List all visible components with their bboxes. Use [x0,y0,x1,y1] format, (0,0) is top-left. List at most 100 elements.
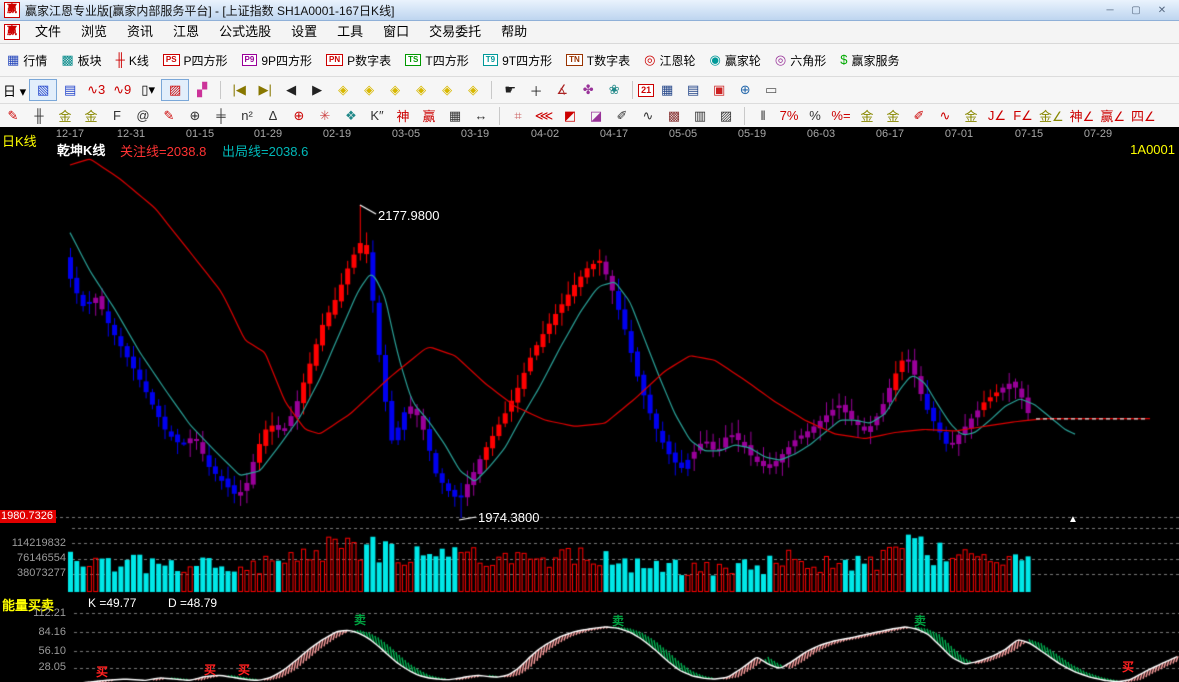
gold-grid-1[interactable]: 金 [52,104,78,127]
menu-item-7[interactable]: 窗口 [373,21,419,43]
report-icon[interactable]: ▤ [57,80,83,100]
crosshair-tool[interactable]: ＋ [523,79,549,102]
gann-wheel-button[interactable]: ◎江恩轮 [637,49,702,72]
p-square-button[interactable]: PSP四方形 [156,49,235,72]
zoom-diamond-1[interactable]: ◈ [330,80,356,100]
width-arrows[interactable]: ↔ [468,106,494,125]
ying-angle[interactable]: 赢∠ [1097,104,1128,127]
gold-circle[interactable]: 金 [854,104,880,127]
menu-item-5[interactable]: 设置 [281,21,327,43]
gold-grid-2[interactable]: 金 [78,104,104,127]
ying[interactable]: 赢 [416,104,442,127]
grid-lines[interactable]: ╫ [26,106,52,125]
hexagon-button[interactable]: ◎六角形 [768,49,833,72]
corner-grid[interactable]: ⌗ [505,106,531,126]
n-squared[interactable]: n² [234,106,260,125]
kline-button[interactable]: ╫K线 [109,49,156,72]
menu-item-4[interactable]: 公式选股 [209,21,281,43]
wave-v[interactable]: ∿ [635,106,661,126]
step-back[interactable]: ◀ [278,80,304,100]
t-number-table-button[interactable]: TNT数字表 [559,49,637,72]
cycle-tool[interactable]: ❀ [601,80,627,100]
bar-grid[interactable]: ▥ [687,106,713,126]
radial-web[interactable]: ✳ [312,106,338,126]
zoom-diamond-4[interactable]: ◈ [408,80,434,100]
menu-item-3[interactable]: 江恩 [163,21,209,43]
t-square-icon: TS [405,54,421,66]
hash[interactable]: ╪ [208,106,234,125]
save-icon[interactable]: ▣ [706,80,732,100]
wave-box[interactable]: ∿ [932,106,958,126]
color-chart-icon[interactable]: ▞ [189,80,215,100]
period-day-dropdown[interactable]: 日 ▾ [0,79,29,102]
pencil-2[interactable]: ✎ [156,106,182,126]
zoom-diamond-6[interactable]: ◈ [460,80,486,100]
jump-last[interactable]: ▶| [252,80,278,100]
spiral[interactable]: @ [130,106,156,125]
9t-square-button[interactable]: T99T四方形 [476,49,559,72]
menu-item-2[interactable]: 资讯 [117,21,163,43]
chart-pattern-icon[interactable]: ▧ [29,79,57,101]
web-grid[interactable]: ❖ [338,106,364,126]
pencil-red[interactable]: ✎ [0,106,26,126]
shen-angle[interactable]: 神∠ [1067,104,1098,127]
bars-compare[interactable]: ‖ [750,106,776,125]
dense-grid[interactable]: ▩ [661,106,687,126]
box-rays[interactable]: ◩ [557,106,583,126]
circle-cross[interactable]: ⊕ [182,106,208,126]
pencil-flag[interactable]: ✐ [906,106,932,126]
calendar-icon[interactable]: 21 [638,84,654,97]
sectors-button[interactable]: ▩板块 [54,49,108,72]
gold-line[interactable]: 金 [880,104,906,127]
menu-item-9[interactable]: 帮助 [491,21,537,43]
pen-angle[interactable]: ✐ [609,106,635,126]
print-icon[interactable]: ▭ [758,80,784,100]
percent-7[interactable]: 7% [776,106,802,125]
jump-first[interactable]: |◀ [226,80,252,100]
wave-9-icon[interactable]: ∿9 [109,80,135,100]
gold-angle[interactable]: 金∠ [1036,104,1067,127]
winner-wheel-button[interactable]: ◉赢家轮 [702,49,767,72]
angle-a[interactable]: ∆ [260,106,286,125]
quotes-button[interactable]: ▦行情 [0,49,54,72]
j-angle[interactable]: J∠ [984,106,1010,126]
calculator-icon[interactable]: ▦ [654,80,680,100]
notepad-icon[interactable]: ▤ [680,80,706,100]
zoom-diamond-2[interactable]: ◈ [356,80,382,100]
gann-tool[interactable]: ✤ [575,80,601,100]
menu-item-6[interactable]: 工具 [327,21,373,43]
zoom-diamond-3[interactable]: ◈ [382,80,408,100]
percent[interactable]: % [802,106,828,125]
purple-box[interactable]: ◪ [583,106,609,126]
t-square-button[interactable]: TST四方形 [398,49,476,72]
window-control-1[interactable]: ▢ [1127,5,1145,16]
hand-tool[interactable]: ☛ [497,80,523,100]
grid-123[interactable]: ▦ [442,106,468,126]
menu-item-1[interactable]: 浏览 [71,21,117,43]
target-red[interactable]: ⊕ [286,106,312,126]
wave-3-icon[interactable]: ∿3 [83,80,109,100]
shen[interactable]: 神 [390,104,416,127]
step-forward[interactable]: ▶ [304,80,330,100]
f-grid[interactable]: F [104,106,130,125]
menu-item-0[interactable]: 文件 [25,21,71,43]
network-icon[interactable]: ⊕ [732,80,758,100]
menu-item-8[interactable]: 交易委托 [419,21,491,43]
candle-style-dropdown[interactable]: ▯▾ [135,80,161,100]
date-tick-12-17: 12-17 [50,128,90,140]
winner-service-button[interactable]: $赢家服务 [833,49,906,72]
percent-line[interactable]: %= [828,106,854,125]
qiankun-kline-icon[interactable]: ▨ [161,79,189,101]
gold-under[interactable]: 金 [958,104,984,127]
angle-measure-tool[interactable]: ∡ [549,80,575,100]
window-control-2[interactable]: ✕ [1153,5,1171,16]
f-angle[interactable]: F∠ [1010,106,1036,126]
zoom-diamond-5[interactable]: ◈ [434,80,460,100]
k-marks[interactable]: K″ [364,106,390,125]
9p-square-button[interactable]: P99P四方形 [235,49,319,72]
rays[interactable]: ⋘ [531,106,557,126]
p-number-table-button[interactable]: PNP数字表 [319,49,398,72]
window-control-0[interactable]: ─ [1101,5,1119,16]
hatch-lines[interactable]: ▨ [713,106,739,126]
si-angle[interactable]: 四∠ [1128,104,1159,127]
